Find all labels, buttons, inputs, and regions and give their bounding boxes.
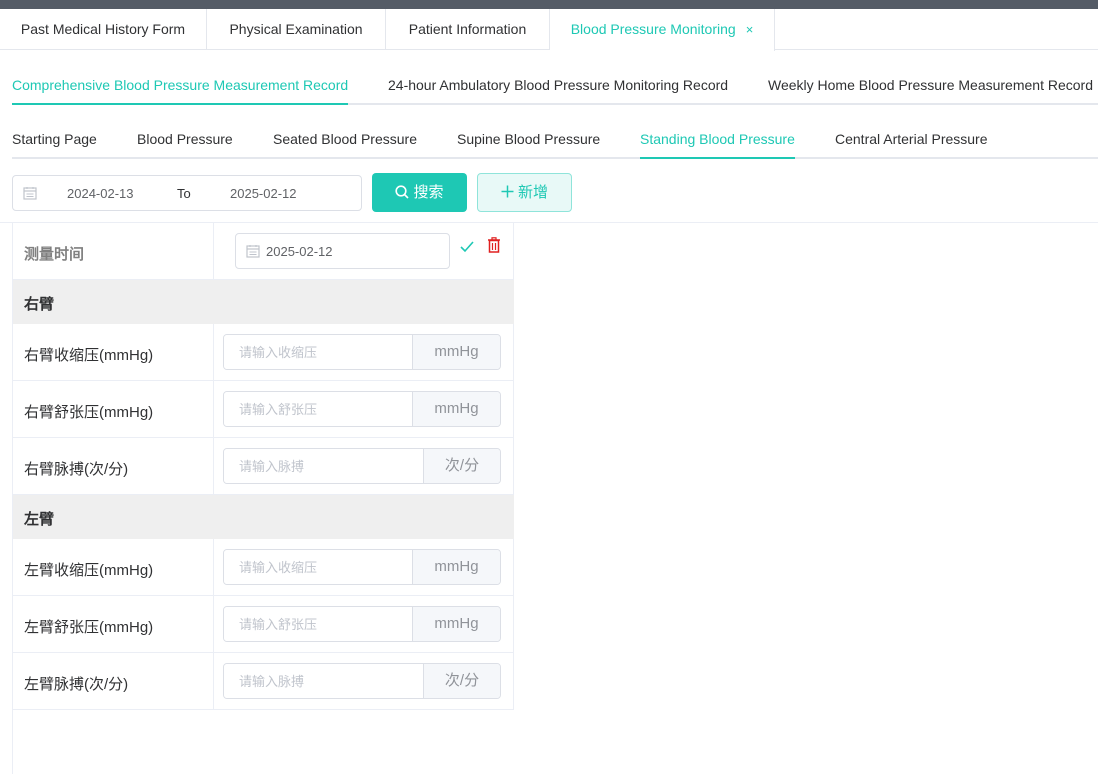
measure-time-label: 测量时间 — [24, 246, 85, 263]
tab-label: Physical Examination — [229, 21, 363, 37]
unit-suffix: mmHg — [412, 335, 500, 369]
subtab-weekly-home[interactable]: Weekly Home Blood Pressure Measurement R… — [768, 66, 1093, 105]
search-icon — [395, 175, 410, 214]
tab-label: Past Medical History Form — [20, 21, 186, 37]
right-pulse-field: 次/分 — [223, 448, 501, 484]
tab-starting-page[interactable]: Starting Page — [12, 120, 97, 159]
left-pulse-row: 左臂脉搏(次/分) 次/分 — [13, 653, 514, 710]
right-pulse-row: 右臂脉搏(次/分) 次/分 — [13, 438, 514, 495]
column-divider — [213, 381, 214, 437]
check-icon[interactable] — [460, 240, 474, 256]
left-diastolic-field: mmHg — [223, 606, 501, 642]
tab-past-medical-history[interactable]: Past Medical History Form — [0, 9, 207, 50]
left-arm-section: 左臂 — [13, 495, 514, 539]
right-diastolic-field: mmHg — [223, 391, 501, 427]
plus-icon — [501, 175, 514, 212]
column-divider — [213, 223, 214, 279]
left-diastolic-row: 左臂舒张压(mmHg) mmHg — [13, 596, 514, 653]
unit-suffix: 次/分 — [423, 664, 500, 698]
column-divider — [213, 653, 214, 709]
measure-time-row: 测量时间 2025-02-12 — [13, 223, 514, 280]
unit-suffix: 次/分 — [423, 449, 500, 483]
close-icon[interactable]: × — [746, 22, 754, 37]
subtab-comprehensive[interactable]: Comprehensive Blood Pressure Measurement… — [12, 66, 349, 105]
top-bar — [0, 0, 1098, 9]
right-diastolic-label: 右臂舒张压(mmHg) — [24, 404, 154, 421]
search-label: 搜索 — [413, 184, 444, 201]
date-range-picker[interactable]: 2024-02-13 To 2025-02-12 — [12, 175, 362, 211]
measure-date-input[interactable]: 2025-02-12 — [235, 233, 450, 269]
column-divider — [213, 324, 214, 380]
tab-seated-bp[interactable]: Seated Blood Pressure — [273, 120, 417, 159]
right-arm-section: 右臂 — [13, 280, 514, 324]
right-systolic-field: mmHg — [223, 334, 501, 370]
measure-date-value: 2025-02-12 — [266, 244, 333, 259]
tab-supine-bp[interactable]: Supine Blood Pressure — [457, 120, 600, 159]
left-systolic-field: mmHg — [223, 549, 501, 585]
left-arm-heading: 左臂 — [24, 511, 55, 528]
column-divider — [213, 539, 214, 595]
tab-blood-pressure[interactable]: Blood Pressure — [137, 120, 233, 159]
search-button[interactable]: 搜索 — [372, 173, 467, 212]
tab-blood-pressure-monitoring[interactable]: Blood Pressure Monitoring × — [550, 9, 775, 51]
right-pulse-label: 右臂脉搏(次/分) — [24, 461, 129, 478]
left-pulse-input[interactable] — [224, 664, 424, 698]
range-separator: To — [177, 186, 191, 201]
column-divider — [213, 596, 214, 652]
right-pulse-input[interactable] — [224, 449, 424, 483]
column-divider — [213, 438, 214, 494]
calendar-icon — [246, 244, 260, 261]
left-diastolic-input[interactable] — [224, 607, 413, 641]
right-diastolic-input[interactable] — [224, 392, 413, 426]
right-systolic-input[interactable] — [224, 335, 413, 369]
tab-label: Patient Information — [408, 21, 527, 37]
tab-standing-bp[interactable]: Standing Blood Pressure — [640, 120, 795, 159]
end-date[interactable]: 2025-02-12 — [230, 186, 297, 201]
unit-suffix: mmHg — [412, 550, 500, 584]
unit-suffix: mmHg — [412, 607, 500, 641]
left-diastolic-label: 左臂舒张压(mmHg) — [24, 619, 154, 636]
tab-physical-examination[interactable]: Physical Examination — [207, 9, 386, 50]
right-systolic-row: 右臂收缩压(mmHg) mmHg — [13, 324, 514, 381]
add-button[interactable]: 新增 — [477, 173, 572, 212]
tab-patient-information[interactable]: Patient Information — [386, 9, 550, 50]
measurement-tabs: Starting Page Blood Pressure Seated Bloo… — [12, 120, 1098, 159]
left-systolic-input[interactable] — [224, 550, 413, 584]
right-diastolic-row: 右臂舒张压(mmHg) mmHg — [13, 381, 514, 438]
start-date[interactable]: 2024-02-13 — [67, 186, 134, 201]
main-tabs: Past Medical History Form Physical Exami… — [0, 9, 1098, 51]
add-label: 新增 — [517, 184, 548, 201]
bp-record-form: 测量时间 2025-02-12 右臂 右臂收缩压(mmHg) mmHg 右臂舒张… — [12, 223, 514, 774]
left-pulse-label: 左臂脉搏(次/分) — [24, 676, 129, 693]
tab-central-arterial-pressure[interactable]: Central Arterial Pressure — [835, 120, 988, 159]
calendar-icon — [23, 186, 37, 203]
record-type-tabs: Comprehensive Blood Pressure Measurement… — [12, 66, 1098, 105]
trash-icon[interactable] — [487, 237, 501, 256]
left-systolic-row: 左臂收缩压(mmHg) mmHg — [13, 539, 514, 596]
tab-label: Blood Pressure Monitoring — [570, 21, 736, 37]
left-systolic-label: 左臂收缩压(mmHg) — [24, 562, 154, 579]
subtab-ambulatory[interactable]: 24-hour Ambulatory Blood Pressure Monito… — [388, 66, 728, 105]
left-pulse-field: 次/分 — [223, 663, 501, 699]
right-systolic-label: 右臂收缩压(mmHg) — [24, 347, 154, 364]
unit-suffix: mmHg — [412, 392, 500, 426]
right-arm-heading: 右臂 — [24, 296, 55, 313]
